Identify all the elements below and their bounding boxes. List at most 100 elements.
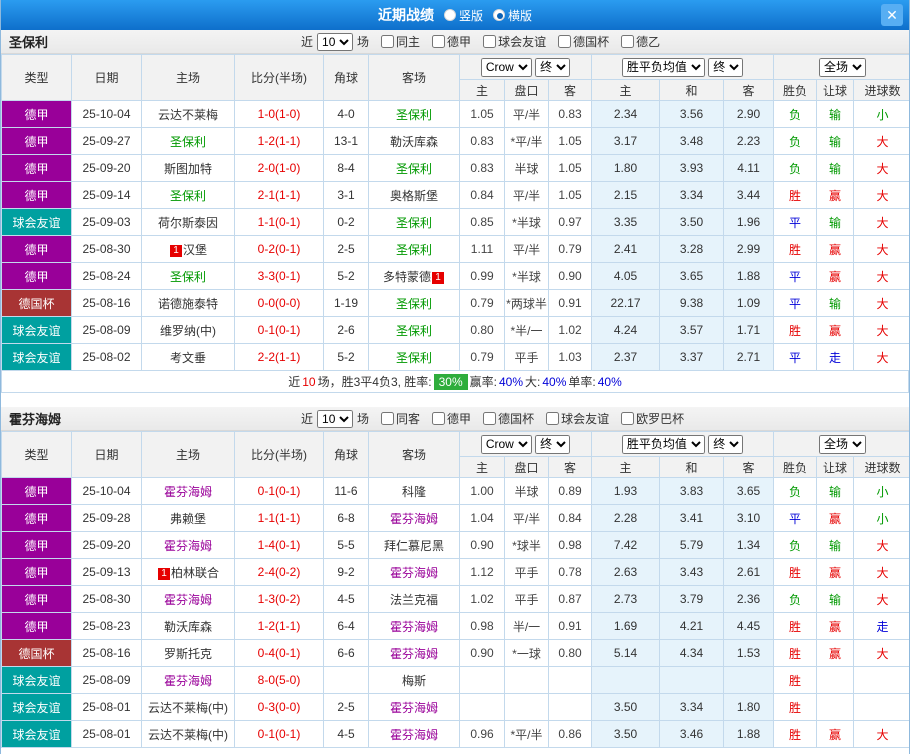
match-count-select[interactable]: 10: [317, 409, 354, 428]
home-team[interactable]: 霍芬海姆: [141, 531, 235, 559]
checkbox-europa-league[interactable]: [621, 412, 635, 425]
avg-home-odds: 2.28: [591, 504, 661, 532]
league-badge: 德甲: [1, 558, 72, 586]
match-count-select[interactable]: 10: [317, 32, 354, 51]
away-team[interactable]: 霍芬海姆: [368, 558, 460, 586]
league-badge: 德国杯: [1, 289, 72, 317]
away-team[interactable]: 霍芬海姆: [368, 504, 460, 532]
away-team[interactable]: 霍芬海姆: [368, 720, 460, 748]
home-team[interactable]: 勒沃库森: [141, 612, 235, 640]
home-team[interactable]: 1 柏林联合: [141, 558, 235, 586]
checkbox-bundesliga2[interactable]: [621, 35, 635, 48]
away-team[interactable]: 圣保利: [368, 235, 460, 263]
match-row: 德甲 25-09-14 圣保利 2-1(1-1) 3-1 奥格斯堡 0.84 平/半 1.05 2…: [1, 181, 909, 209]
home-team[interactable]: 霍芬海姆: [141, 666, 235, 694]
away-team[interactable]: 拜仁慕尼黑: [368, 531, 460, 559]
filter-bundesliga2[interactable]: 德乙: [621, 33, 660, 50]
home-team[interactable]: 圣保利: [141, 181, 235, 209]
away-team[interactable]: 法兰克福: [368, 585, 460, 613]
filter-bundesliga[interactable]: 德甲: [432, 33, 471, 50]
filter-europa-league[interactable]: 欧罗巴杯: [621, 410, 684, 427]
recent-results-window: 近期战绩 竖版 横版 ✕ 圣保利 近 10 场 同主 德甲 球会友谊 德国杯 德…: [0, 0, 910, 754]
home-team[interactable]: 斯图加特: [141, 154, 235, 182]
home-team[interactable]: 云达不莱梅: [141, 100, 235, 128]
avg-draw-odds: 3.43: [659, 558, 725, 586]
away-team[interactable]: 奥格斯堡: [368, 181, 460, 209]
filter-club-friendly[interactable]: 球会友谊: [483, 33, 546, 50]
home-team[interactable]: 霍芬海姆: [141, 477, 235, 505]
home-team[interactable]: 罗斯托克: [141, 639, 235, 667]
checkbox-bundesliga[interactable]: [432, 412, 446, 425]
checkbox-bundesliga[interactable]: [432, 35, 446, 48]
filter-bundesliga[interactable]: 德甲: [432, 410, 471, 427]
odds-stage-select[interactable]: 终: [535, 434, 571, 454]
away-team[interactable]: 圣保利: [368, 289, 460, 317]
home-team[interactable]: 云达不莱梅(中): [141, 720, 235, 748]
corners: 2-6: [323, 316, 369, 344]
filter-same-away[interactable]: 同客: [381, 410, 420, 427]
away-team[interactable]: 圣保利: [368, 154, 460, 182]
away-team[interactable]: 霍芬海姆: [368, 639, 460, 667]
away-team[interactable]: 勒沃库森: [368, 127, 460, 155]
checkbox-club-friendly[interactable]: [546, 412, 560, 425]
sub-header-goals: 进球数: [853, 79, 909, 101]
result-goals: 大: [853, 181, 909, 209]
odds-home: 0.98: [459, 612, 505, 640]
checkbox-club-friendly[interactable]: [483, 35, 497, 48]
league-badge: 德甲: [1, 127, 72, 155]
corners: 5-2: [323, 262, 369, 290]
radio-horizontal-layout[interactable]: 横版: [493, 7, 532, 24]
red-card-badge: 1: [157, 567, 170, 580]
filter-dfb-pokal[interactable]: 德国杯: [558, 33, 609, 50]
home-team[interactable]: 1 汉堡: [141, 235, 235, 263]
avg-type-select[interactable]: 胜平负均值: [621, 434, 705, 454]
home-team[interactable]: 弗赖堡: [141, 504, 235, 532]
away-team[interactable]: 圣保利: [368, 343, 460, 371]
away-team[interactable]: 科隆: [368, 477, 460, 505]
odds-home: 0.79: [459, 289, 505, 317]
checkbox-dfb-pokal[interactable]: [483, 412, 497, 425]
radio-icon[interactable]: [443, 9, 456, 21]
checkbox-same-away[interactable]: [381, 412, 395, 425]
scope-select[interactable]: 全场: [819, 434, 867, 454]
avg-home-odds: 5.14: [591, 639, 661, 667]
result-goals: 大: [853, 343, 909, 371]
away-team[interactable]: 圣保利: [368, 208, 460, 236]
score: 0-1(0-1): [234, 316, 324, 344]
home-team[interactable]: 云达不莱梅(中): [141, 693, 235, 721]
filter-dfb-pokal[interactable]: 德国杯: [483, 410, 534, 427]
away-team[interactable]: 梅斯: [368, 666, 460, 694]
avg-home-odds: 1.93: [591, 477, 661, 505]
avg-type-select[interactable]: 胜平负均值: [621, 57, 705, 77]
near-label: 近: [301, 412, 314, 426]
bookmaker-select[interactable]: Crow: [480, 434, 532, 454]
home-team[interactable]: 诺德施泰特: [141, 289, 235, 317]
radio-icon-checked[interactable]: [493, 9, 505, 21]
away-team[interactable]: 圣保利: [368, 100, 460, 128]
bookmaker-select[interactable]: Crow: [480, 57, 532, 77]
home-team[interactable]: 维罗纳(中): [141, 316, 235, 344]
home-team[interactable]: 霍芬海姆: [141, 585, 235, 613]
avg-stage-select[interactable]: 终: [708, 434, 744, 454]
away-team[interactable]: 多特蒙德 1: [368, 262, 460, 290]
checkbox-same-home[interactable]: [381, 35, 395, 48]
corners: 3-1: [323, 181, 369, 209]
home-team[interactable]: 圣保利: [141, 127, 235, 155]
filter-club-friendly[interactable]: 球会友谊: [546, 410, 609, 427]
avg-stage-select[interactable]: 终: [708, 57, 744, 77]
handicap: *一球: [504, 639, 549, 667]
odds-stage-select[interactable]: 终: [535, 57, 571, 77]
away-team[interactable]: 霍芬海姆: [368, 693, 460, 721]
home-team[interactable]: 考文垂: [141, 343, 235, 371]
league-badge: 德甲: [1, 100, 72, 128]
radio-vertical-layout[interactable]: 竖版: [443, 7, 483, 24]
scope-select[interactable]: 全场: [819, 57, 867, 77]
away-team[interactable]: 霍芬海姆: [368, 612, 460, 640]
match-date: 25-09-13: [71, 558, 142, 586]
filter-same-home[interactable]: 同主: [381, 33, 420, 50]
close-button[interactable]: ✕: [881, 4, 903, 26]
checkbox-dfb-pokal[interactable]: [558, 35, 572, 48]
away-team[interactable]: 圣保利: [368, 316, 460, 344]
home-team[interactable]: 荷尔斯泰因: [141, 208, 235, 236]
home-team[interactable]: 圣保利: [141, 262, 235, 290]
